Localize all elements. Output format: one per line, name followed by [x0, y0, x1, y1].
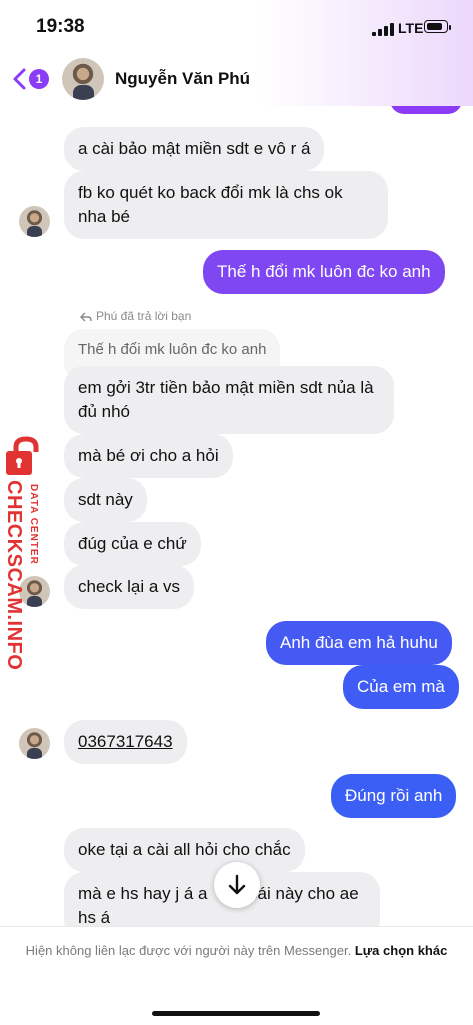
watermark: CHECKSCAM.INFO DATA CENTER [0, 436, 52, 670]
phone-number-link[interactable]: 0367317643 [64, 720, 187, 764]
battery-icon [424, 20, 451, 33]
message-bubble-outgoing[interactable]: Đúng rồi anh [331, 774, 457, 818]
reply-icon [80, 312, 92, 322]
message-bubble-incoming[interactable]: mà bé ơi cho a hỏi [64, 434, 233, 478]
scroll-to-bottom-button[interactable] [214, 862, 260, 908]
message-bubble-incoming[interactable]: sdt này [64, 478, 147, 522]
home-indicator[interactable] [152, 1011, 320, 1016]
cellular-signal-icon [372, 22, 394, 36]
contact-avatar[interactable] [62, 58, 104, 100]
message-bubble-outgoing[interactable]: Của em mà [343, 665, 459, 709]
message-bubble-incoming[interactable]: a cài bảo mật miền sdt e vô r á [64, 127, 325, 171]
status-bar: 19:38 LTE [0, 0, 473, 52]
back-button[interactable]: 1 [12, 64, 52, 94]
sender-avatar[interactable] [19, 206, 50, 237]
status-time: 19:38 [36, 16, 85, 37]
reply-label: Phú đã trả lời bạn [80, 309, 191, 323]
watermark-brand: CHECKSCAM.INFO [3, 480, 25, 671]
contact-name[interactable]: Nguyễn Văn Phú [115, 69, 250, 89]
message-bubble-outgoing-partial [390, 106, 462, 114]
lock-icon [6, 436, 39, 475]
network-type: LTE [398, 20, 424, 36]
watermark-subtitle: DATA CENTER [28, 484, 39, 565]
sender-avatar[interactable] [19, 728, 50, 759]
composer-unavailable-notice: Hiện không liên lạc được với người này t… [0, 926, 473, 1025]
message-bubble-incoming[interactable]: em gởi 3tr tiền bảo mật miền sdt nủa là … [64, 366, 394, 434]
chevron-left-icon [13, 68, 26, 90]
message-bubble-outgoing[interactable]: Anh đùa em hả huhu [266, 621, 452, 665]
message-bubble-incoming[interactable]: check lại a vs [64, 565, 195, 609]
chat-header: 1 Nguyễn Văn Phú [0, 52, 473, 106]
other-options-link[interactable]: Lựa chọn khác [355, 943, 448, 958]
message-bubble-incoming[interactable]: đúg của e chứ [64, 522, 201, 566]
unread-badge: 1 [29, 69, 49, 89]
message-list[interactable]: a cài bảo mật miền sdt e vô r á fb ko qu… [0, 106, 473, 926]
arrow-down-icon [228, 874, 246, 895]
message-bubble-incoming[interactable]: oke tại a cài all hỏi cho chắc [64, 828, 305, 872]
unavailable-text: Hiện không liên lạc được với người này t… [25, 943, 448, 958]
message-bubble-incoming[interactable]: fb ko quét ko back đổi mk là chs ok nha … [64, 171, 388, 239]
message-bubble-outgoing[interactable]: Thế h đổi mk luôn đc ko anh [203, 250, 445, 294]
